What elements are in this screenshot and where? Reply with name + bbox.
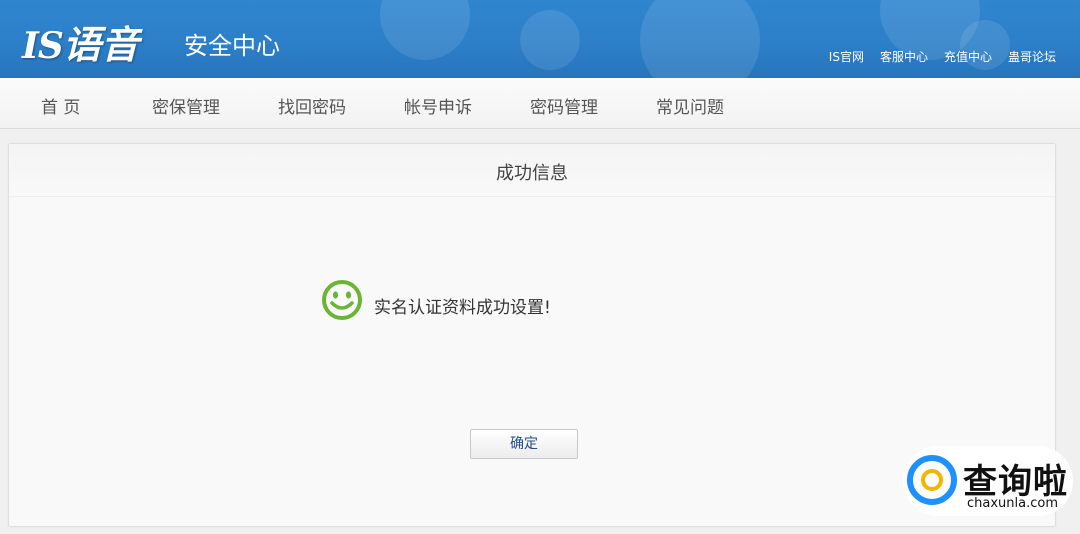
confirm-button[interactable]: 确定 (470, 429, 578, 459)
magnifier-inner-icon (921, 469, 943, 491)
header-bubble (520, 10, 580, 70)
smiley-icon (321, 279, 363, 325)
site-header: IS 语音 安全中心 IS官网 客服中心 充值中心 蛊哥论坛 (0, 0, 1080, 78)
header-subtitle: 安全中心 (184, 32, 280, 60)
top-link-forum[interactable]: 蛊哥论坛 (1008, 48, 1056, 65)
site-logo[interactable]: IS 语音 (22, 14, 139, 67)
panel-header: 成功信息 (9, 144, 1055, 197)
watermark-en-text: chaxunla.com (967, 496, 1058, 511)
panel-title: 成功信息 (496, 163, 568, 184)
top-link-recharge-center[interactable]: 充值中心 (944, 48, 992, 65)
logo-yuyin-text: 语音 (62, 22, 139, 67)
success-panel: 成功信息 实名认证资料成功设置! 确定 (8, 143, 1056, 527)
top-link-official-site[interactable]: IS官网 (829, 48, 864, 65)
nav-item-account-appeal[interactable]: 帐号申诉 (404, 93, 472, 118)
nav-item-security-question[interactable]: 密保管理 (152, 93, 220, 118)
nav-item-password-management[interactable]: 密码管理 (530, 93, 598, 118)
nav-item-recover-password[interactable]: 找回密码 (278, 93, 346, 118)
success-message: 实名认证资料成功设置! (374, 298, 551, 318)
watermark-logo: 查询啦 chaxunla.com (903, 446, 1073, 516)
header-bubble (640, 0, 760, 78)
header-bubble (380, 0, 470, 60)
logo-is-text: IS (22, 25, 64, 67)
nav-item-faq[interactable]: 常见问题 (656, 93, 724, 118)
nav-item-home[interactable]: 首 页 (41, 93, 80, 118)
top-links: IS官网 客服中心 充值中心 蛊哥论坛 (829, 48, 1056, 65)
main-nav: 首 页 密保管理 找回密码 帐号申诉 密码管理 常见问题 (0, 78, 1080, 129)
top-link-customer-service[interactable]: 客服中心 (880, 48, 928, 65)
